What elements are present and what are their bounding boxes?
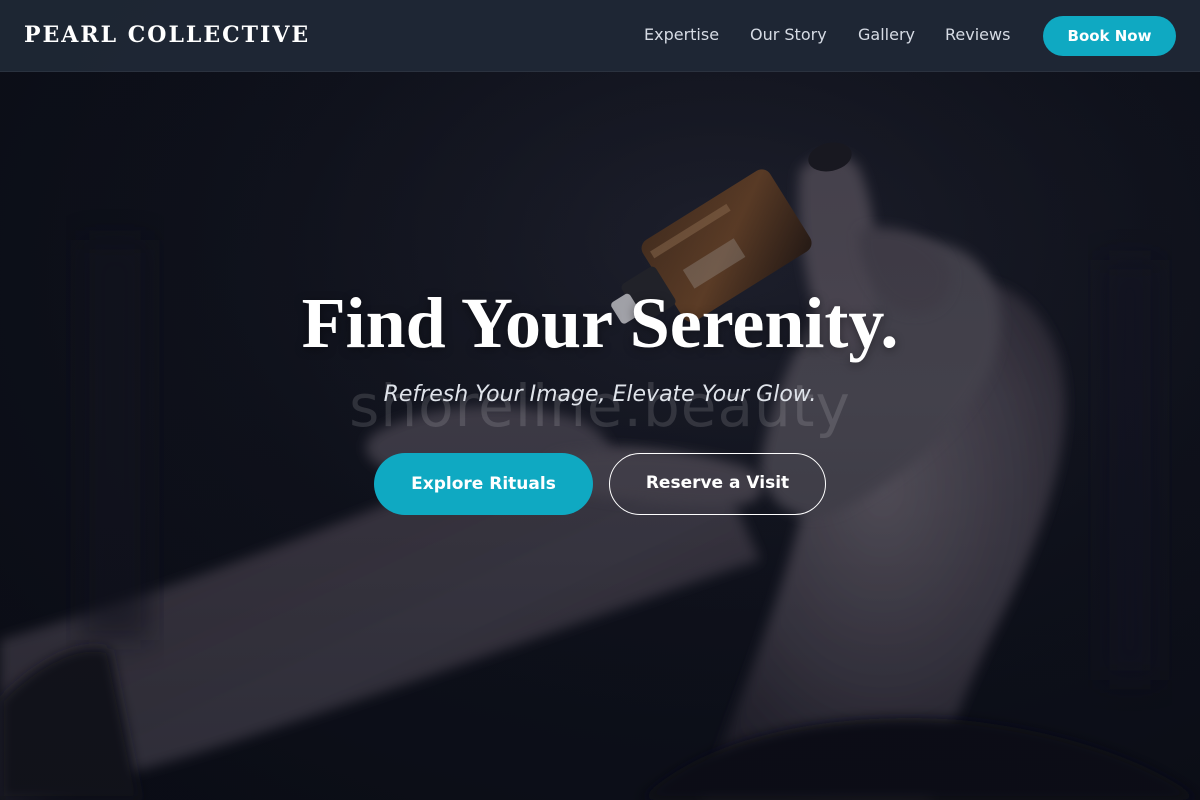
nav-link-gallery[interactable]: Gallery [858,25,915,44]
brand-logo[interactable]: PEARL COLLECTIVE [24,22,310,48]
book-now-button[interactable]: Book Now [1043,16,1176,56]
top-navbar: PEARL COLLECTIVE Expertise Our Story Gal… [0,0,1200,72]
reserve-visit-button[interactable]: Reserve a Visit [609,453,826,515]
explore-rituals-button[interactable]: Explore Rituals [374,453,593,515]
nav-link-our-story[interactable]: Our Story [750,25,827,44]
nav-link-expertise[interactable]: Expertise [644,25,719,44]
hero-title: Find Your Serenity. [301,283,899,363]
landing-page: shoreline.beauty PEARL COLLECTIVE Expert… [0,0,1200,800]
hero-subtitle: Refresh Your Image, Elevate Your Glow. [383,382,817,407]
nav-link-reviews[interactable]: Reviews [945,25,1010,44]
